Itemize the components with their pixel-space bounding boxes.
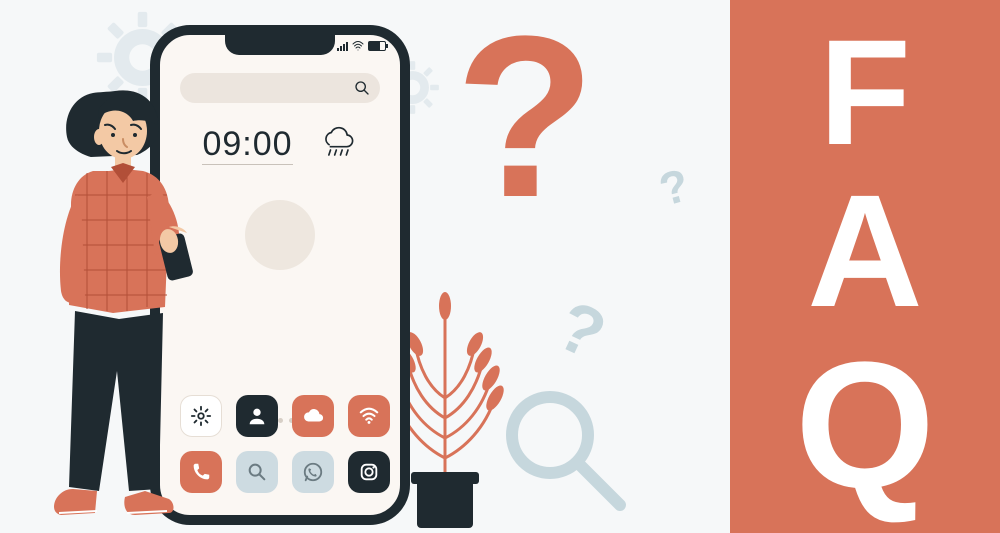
faq-letter-q: Q (795, 336, 935, 516)
app-search[interactable] (236, 451, 278, 493)
question-mark-icon: ? (455, 25, 596, 209)
clock-time: 09:00 (202, 125, 292, 165)
question-mark-icon: ? (545, 285, 618, 376)
wifi-icon (358, 405, 380, 427)
app-cloud[interactable] (292, 395, 334, 437)
person-icon (246, 405, 268, 427)
question-mark-icon: ? (653, 157, 694, 216)
weather-rain-icon (318, 125, 358, 165)
app-contacts[interactable] (236, 395, 278, 437)
app-instagram[interactable] (348, 451, 390, 493)
faq-letter-a: A (807, 171, 923, 331)
app-grid (180, 395, 380, 493)
battery-icon (368, 41, 386, 51)
instagram-icon (358, 461, 380, 483)
search-icon (354, 80, 370, 96)
cloud-icon (302, 405, 324, 427)
decorative-circle (245, 200, 315, 270)
app-wifi[interactable] (348, 395, 390, 437)
magnifier-icon (490, 380, 640, 533)
person-illustration (35, 65, 205, 533)
signal-icon (337, 42, 348, 51)
app-whatsapp[interactable] (292, 451, 334, 493)
phone-notch (225, 33, 335, 55)
status-bar (337, 41, 386, 51)
whatsapp-icon (302, 461, 324, 483)
wifi-icon (352, 41, 364, 51)
search-input[interactable] (180, 73, 380, 103)
faq-panel: F A Q (730, 0, 1000, 533)
illustration-stage: 09:00 (0, 0, 1000, 533)
search-icon (246, 461, 268, 483)
faq-letter-f: F (819, 17, 911, 167)
